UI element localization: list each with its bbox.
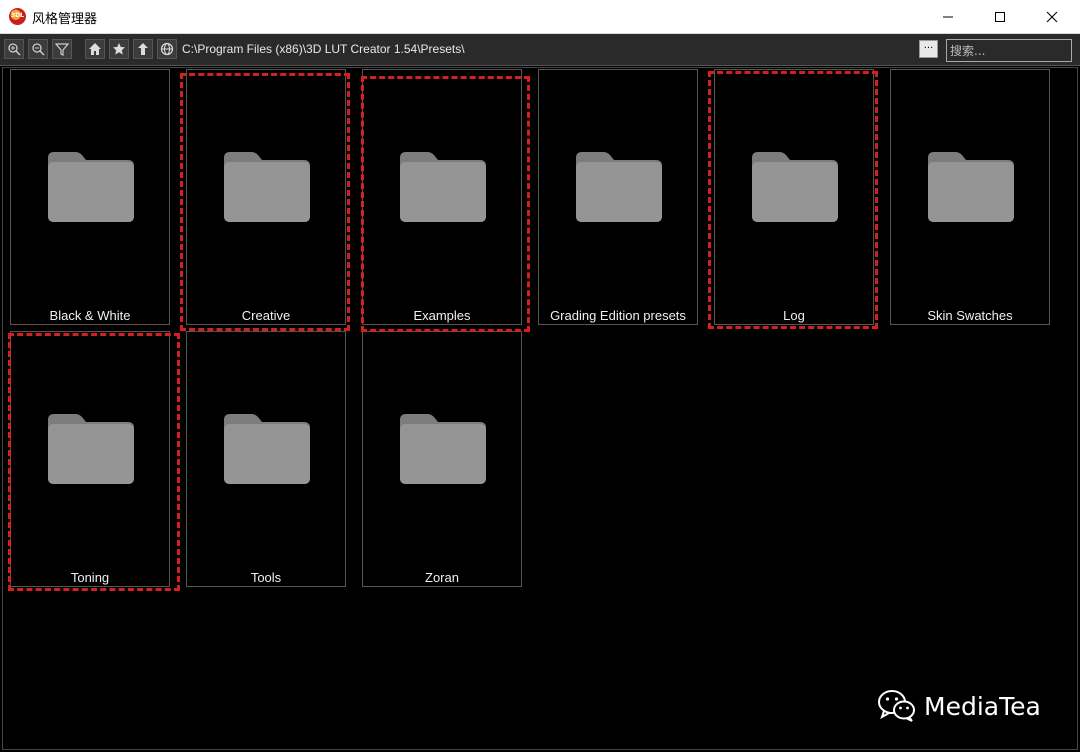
- title-bar: 3DL 风格管理器: [0, 0, 1080, 34]
- zoom-out-button[interactable]: [28, 39, 48, 59]
- home-icon: [89, 43, 101, 55]
- wechat-icon: [878, 690, 915, 722]
- close-icon: [1046, 11, 1058, 23]
- folder-icon: [928, 152, 1014, 222]
- minimize-icon: [943, 16, 953, 18]
- folder-label: Creative: [241, 308, 291, 323]
- folder-tile-skin-swatches[interactable]: Skin Swatches: [890, 69, 1050, 325]
- star-icon: [113, 43, 125, 55]
- toolbar: C:\Program Files (x86)\3D LUT Creator 1.…: [0, 34, 1080, 66]
- folder-tile-examples[interactable]: Examples: [362, 69, 522, 325]
- close-button[interactable]: [1028, 0, 1076, 34]
- folder-label: Grading Edition presets: [550, 308, 686, 323]
- online-button[interactable]: [157, 39, 177, 59]
- home-button[interactable]: [85, 39, 105, 59]
- up-arrow-icon: [138, 43, 148, 55]
- folder-label: Toning: [70, 570, 110, 585]
- minimize-button[interactable]: [924, 0, 972, 34]
- folder-label: Skin Swatches: [927, 308, 1013, 323]
- window-title: 风格管理器: [32, 12, 98, 27]
- maximize-icon: [995, 12, 1005, 22]
- path-breadcrumb: C:\Program Files (x86)\3D LUT Creator 1.…: [182, 42, 465, 56]
- app-logo-icon: 3DL: [9, 8, 26, 25]
- folder-tile-zoran[interactable]: Zoran: [362, 331, 522, 587]
- folder-label: Log: [783, 308, 805, 323]
- folder-label: Black & White: [49, 308, 131, 323]
- folder-tile-black-white[interactable]: Black & White: [10, 69, 170, 325]
- watermark: MediaTea: [878, 686, 1041, 726]
- folder-tile-log[interactable]: Log: [714, 69, 874, 325]
- globe-icon: [160, 42, 174, 56]
- folder-icon: [400, 152, 486, 222]
- folder-tile-toning[interactable]: Toning: [10, 331, 170, 587]
- more-options-button[interactable]: ...: [919, 40, 938, 58]
- up-folder-button[interactable]: [133, 39, 153, 59]
- favorites-button[interactable]: [109, 39, 129, 59]
- filter-icon: [55, 43, 69, 56]
- folder-icon: [400, 414, 486, 484]
- zoom-in-icon: [8, 43, 21, 56]
- watermark-text: MediaTea: [924, 691, 1041, 721]
- zoom-out-icon: [32, 43, 45, 56]
- maximize-button[interactable]: [976, 0, 1024, 34]
- folder-icon: [224, 414, 310, 484]
- folder-icon: [576, 152, 662, 222]
- folder-icon: [48, 152, 134, 222]
- folder-tile-grading-edition-presets[interactable]: Grading Edition presets: [538, 69, 698, 325]
- folder-tile-creative[interactable]: Creative: [186, 69, 346, 325]
- folder-label: Tools: [250, 570, 282, 585]
- folder-label: Examples: [413, 308, 471, 323]
- folder-tile-tools[interactable]: Tools: [186, 331, 346, 587]
- folder-label: Zoran: [425, 570, 459, 585]
- folder-icon: [48, 414, 134, 484]
- folder-icon: [752, 152, 838, 222]
- filter-button[interactable]: [52, 39, 72, 59]
- folder-icon: [224, 152, 310, 222]
- zoom-in-button[interactable]: [4, 39, 24, 59]
- search-input[interactable]: [946, 39, 1072, 62]
